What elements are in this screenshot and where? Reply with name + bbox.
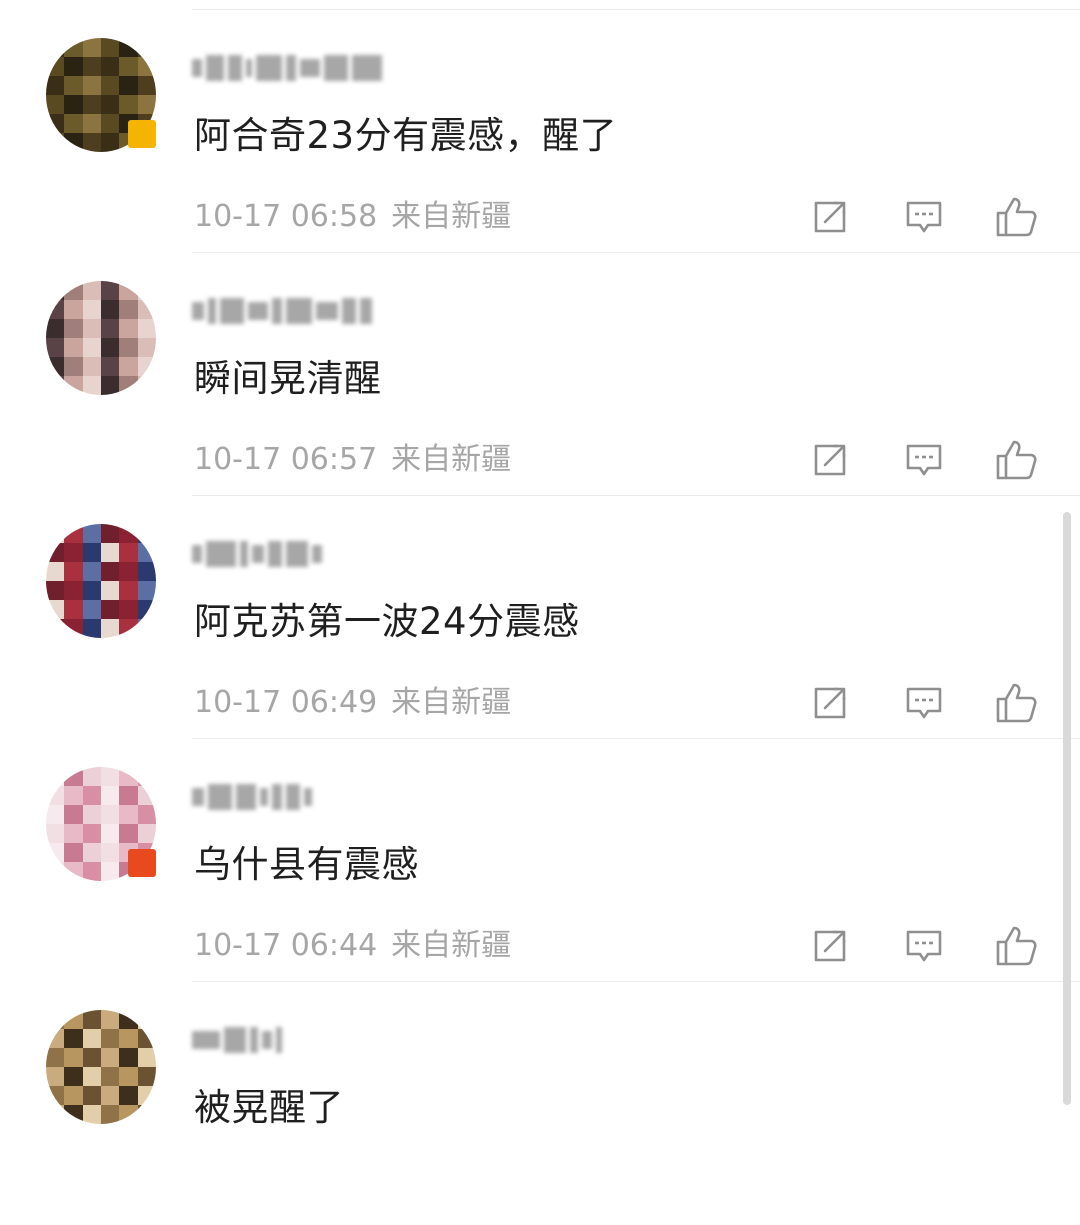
comment-text: 瞬间晃清醒 xyxy=(194,357,382,400)
scrollbar[interactable] xyxy=(1063,512,1071,1105)
avatar[interactable] xyxy=(46,1010,156,1124)
repost-icon xyxy=(810,197,850,237)
like-button[interactable] xyxy=(992,436,1040,484)
reply-icon xyxy=(904,197,944,237)
like-button[interactable] xyxy=(992,922,1040,970)
repost-icon xyxy=(810,926,850,966)
timestamp: 10-17 06:44 xyxy=(194,928,378,963)
location-source: 来自新疆 xyxy=(391,199,512,234)
comment-text: 被晃醒了 xyxy=(194,1086,344,1129)
comment-item[interactable]: 被晃醒了 xyxy=(0,982,1080,1225)
location-source: 来自新疆 xyxy=(391,442,512,477)
thumbs-up-icon xyxy=(994,681,1038,725)
reply-icon xyxy=(904,926,944,966)
comment-meta: 10-17 06:57 来自新疆 xyxy=(194,439,511,481)
verified-badge-icon xyxy=(128,849,156,877)
repost-icon xyxy=(810,440,850,480)
repost-icon xyxy=(810,683,850,723)
thumbs-up-icon xyxy=(994,924,1038,968)
comment-text: 乌什县有震感 xyxy=(194,843,419,886)
comment-meta: 10-17 06:49 来自新疆 xyxy=(194,682,511,724)
thumbs-up-icon xyxy=(994,195,1038,239)
repost-button[interactable] xyxy=(806,436,854,484)
reply-icon xyxy=(904,683,944,723)
comment-text: 阿合奇23分有震感，醒了 xyxy=(194,114,618,157)
comment-item[interactable]: 乌什县有震感 10-17 06:44 来自新疆 xyxy=(0,739,1080,982)
avatar[interactable] xyxy=(46,281,156,395)
reply-icon xyxy=(904,440,944,480)
repost-button[interactable] xyxy=(806,193,854,241)
thumbs-up-icon xyxy=(994,438,1038,482)
location-source: 来自新疆 xyxy=(391,928,512,963)
reply-button[interactable] xyxy=(900,922,948,970)
comment-item[interactable]: 阿克苏第一波24分震感 10-17 06:49 来自新疆 xyxy=(0,496,1080,739)
repost-button[interactable] xyxy=(806,679,854,727)
timestamp: 10-17 06:49 xyxy=(194,685,378,720)
username-blurred[interactable] xyxy=(192,48,382,88)
repost-button[interactable] xyxy=(806,922,854,970)
like-button[interactable] xyxy=(992,193,1040,241)
comment-meta: 10-17 06:44 来自新疆 xyxy=(194,925,511,967)
comment-item[interactable]: 阿合奇23分有震感，醒了 10-17 06:58 来自新疆 xyxy=(0,10,1080,253)
username-blurred[interactable] xyxy=(192,777,312,817)
username-blurred[interactable] xyxy=(192,291,372,331)
verified-badge-icon xyxy=(128,120,156,148)
comment-item[interactable]: 瞬间晃清醒 10-17 06:57 来自新疆 xyxy=(0,253,1080,496)
location-source: 来自新疆 xyxy=(391,685,512,720)
timestamp: 10-17 06:58 xyxy=(194,199,378,234)
reply-button[interactable] xyxy=(900,436,948,484)
avatar[interactable] xyxy=(46,524,156,638)
timestamp: 10-17 06:57 xyxy=(194,442,378,477)
username-blurred[interactable] xyxy=(192,1020,282,1060)
like-button[interactable] xyxy=(992,679,1040,727)
username-blurred[interactable] xyxy=(192,534,322,574)
comment-text: 阿克苏第一波24分震感 xyxy=(194,600,580,643)
reply-button[interactable] xyxy=(900,193,948,241)
comment-meta: 10-17 06:58 来自新疆 xyxy=(194,196,511,238)
reply-button[interactable] xyxy=(900,679,948,727)
